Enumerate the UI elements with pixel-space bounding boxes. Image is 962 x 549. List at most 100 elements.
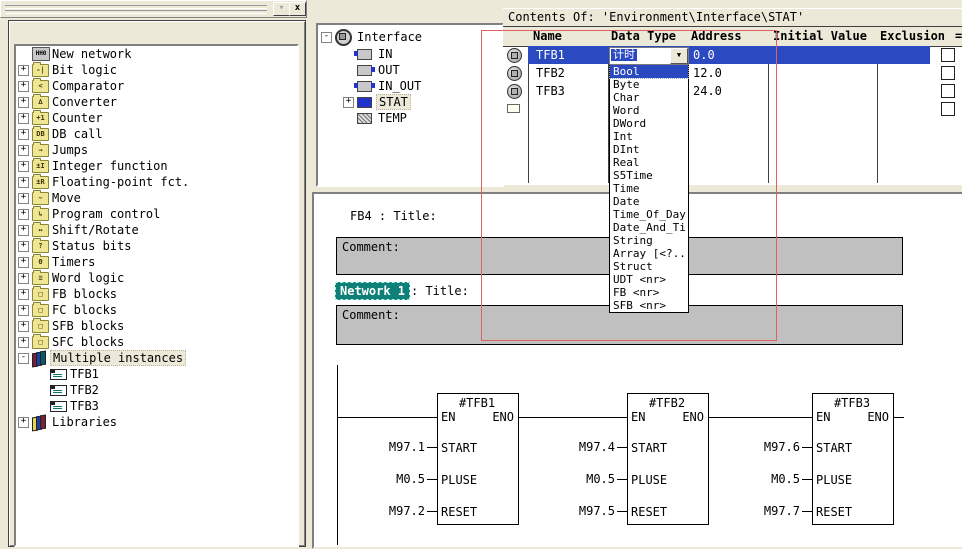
cell-name[interactable]: TFB2 <box>536 64 565 82</box>
expand-plus-icon[interactable]: + <box>18 273 29 284</box>
expand-plus-icon[interactable]: + <box>343 97 354 108</box>
table-row[interactable] <box>503 100 962 118</box>
iface-item-label[interactable]: STAT <box>376 94 411 110</box>
palette-item-fc-blocks[interactable]: +□FC blocks <box>16 302 297 318</box>
expand-plus-icon[interactable]: + <box>18 145 29 156</box>
operand-m97-6[interactable]: M97.6 <box>722 440 800 454</box>
dropdown-option-string[interactable]: String <box>610 234 688 247</box>
dropdown-option-time-of-day[interactable]: Time_Of_Day <box>610 208 688 221</box>
iface-item-label[interactable]: IN_OUT <box>376 79 423 93</box>
palette-item-label[interactable]: FC blocks <box>50 303 119 317</box>
palette-item-new-network[interactable]: HH0New network <box>16 46 297 62</box>
operand-m97-2[interactable]: M97.2 <box>347 504 425 518</box>
dropdown-option-dword[interactable]: DWord <box>610 117 688 130</box>
dropdown-option-udt-nr-[interactable]: UDT <nr> <box>610 273 688 286</box>
dropdown-option-bool[interactable]: Bool <box>610 65 688 78</box>
iface-item-in[interactable]: IN <box>318 46 502 62</box>
expand-plus-icon[interactable]: + <box>18 65 29 76</box>
operand-m0-5[interactable]: M0.5 <box>347 472 425 486</box>
operand-m97-1[interactable]: M97.1 <box>347 440 425 454</box>
expand-plus-icon[interactable]: + <box>18 193 29 204</box>
dropdown-option-real[interactable]: Real <box>610 156 688 169</box>
palette-item-label[interactable]: Shift/Rotate <box>50 223 141 237</box>
palette-item-fb-blocks[interactable]: +□FB blocks <box>16 286 297 302</box>
palette-item-label[interactable]: Move <box>50 191 83 205</box>
dropdown-option-date-and-ti[interactable]: Date_And_Ti <box>610 221 688 234</box>
table-row[interactable]: TFB1 0.0 <box>503 46 962 64</box>
cell-address[interactable]: 0.0 <box>693 46 715 64</box>
palette-item-label[interactable]: Comparator <box>50 79 126 93</box>
dropdown-option-char[interactable]: Char <box>610 91 688 104</box>
iface-item-interface[interactable]: -Interface <box>318 29 502 45</box>
exclusion-checkbox[interactable] <box>941 102 955 116</box>
palette-item-label[interactable]: Word logic <box>50 271 126 285</box>
expand-plus-icon[interactable]: + <box>18 209 29 220</box>
interface-tree-pane[interactable]: -InterfaceINOUT IN_OUT + STATTEMP <box>316 23 504 187</box>
palette-item-counter[interactable]: ++1Counter <box>16 110 297 126</box>
iface-item-label[interactable]: OUT <box>376 63 402 77</box>
iface-item-temp[interactable]: TEMP <box>318 110 502 126</box>
expand-plus-icon[interactable]: + <box>18 337 29 348</box>
dropdown-option-word[interactable]: Word <box>610 104 688 117</box>
palette-item-label[interactable]: SFC blocks <box>50 335 126 349</box>
palette-item-label[interactable]: Timers <box>50 255 97 269</box>
palette-item-label[interactable]: TFB1 <box>68 367 101 381</box>
dropdown-option-array-[interactable]: Array [<?.. <box>610 247 688 260</box>
expand-plus-icon[interactable]: + <box>18 81 29 92</box>
expand-plus-icon[interactable]: + <box>18 129 29 140</box>
expand-plus-icon[interactable]: + <box>18 225 29 236</box>
palette-item-multiple-instances[interactable]: - Multiple instances <box>16 350 297 366</box>
fb-block-tfb2[interactable]: #TFB2ENENOSTARTPLUSERESET <box>627 393 709 525</box>
palette-item-label[interactable]: Counter <box>50 111 105 125</box>
palette-item-word-logic[interactable]: +≡Word logic <box>16 270 297 286</box>
palette-item-label[interactable]: Program control <box>50 207 162 221</box>
collapse-minus-icon[interactable]: - <box>18 353 29 364</box>
palette-item-label[interactable]: Converter <box>50 95 119 109</box>
table-row[interactable]: TFB3 24.0 <box>503 82 962 100</box>
palette-item-shift-rotate[interactable]: +↔Shift/Rotate <box>16 222 297 238</box>
palette-menu-button[interactable]: ▾ <box>273 2 290 16</box>
fb-block-tfb3[interactable]: #TFB3ENENOSTARTPLUSERESET <box>812 393 894 525</box>
palette-item-label[interactable]: Bit logic <box>50 63 119 77</box>
palette-item-libraries[interactable]: +Libraries <box>16 414 297 430</box>
dropdown-option-fb-nr-[interactable]: FB <nr> <box>610 286 688 299</box>
palette-item-program-control[interactable]: +↳Program control <box>16 206 297 222</box>
palette-item-label[interactable]: TFB3 <box>68 399 101 413</box>
dropdown-option-byte[interactable]: Byte <box>610 78 688 91</box>
exclusion-checkbox[interactable] <box>941 48 955 62</box>
variable-table[interactable]: NameData TypeAddressInitial ValueExclusi… <box>503 28 962 185</box>
palette-item-converter[interactable]: +∆Converter <box>16 94 297 110</box>
palette-item-jumps[interactable]: +→Jumps <box>16 142 297 158</box>
iface-item-out[interactable]: OUT <box>318 62 502 78</box>
expand-plus-icon[interactable]: + <box>18 321 29 332</box>
iface-item-in_out[interactable]: IN_OUT <box>318 78 502 94</box>
iface-item-label[interactable]: TEMP <box>376 111 409 125</box>
table-row[interactable]: TFB212.0 <box>503 64 962 82</box>
data-type-dropdown[interactable]: BoolByteCharWordDWordIntDIntRealS5TimeTi… <box>609 64 689 313</box>
cell-address[interactable]: 24.0 <box>693 82 722 100</box>
palette-item-db-call[interactable]: +DBDB call <box>16 126 297 142</box>
dropdown-option-s5time[interactable]: S5Time <box>610 169 688 182</box>
palette-item-comparator[interactable]: +<Comparator <box>16 78 297 94</box>
palette-item-label[interactable]: Multiple instances <box>50 350 186 366</box>
palette-item-label[interactable]: Integer function <box>50 159 170 173</box>
palette-item-label[interactable]: SFB blocks <box>50 319 126 333</box>
palette-item-label[interactable]: FB blocks <box>50 287 119 301</box>
palette-item-bit-logic[interactable]: +-|Bit logic <box>16 62 297 78</box>
palette-item-label[interactable]: Status bits <box>50 239 133 253</box>
palette-item-tfb2[interactable]: TFB2 <box>16 382 297 398</box>
expand-plus-icon[interactable]: + <box>18 417 29 428</box>
palette-item-label[interactable]: New network <box>50 47 133 61</box>
expand-plus-icon[interactable]: + <box>18 257 29 268</box>
expand-plus-icon[interactable]: + <box>18 289 29 300</box>
operand-m97-5[interactable]: M97.5 <box>537 504 615 518</box>
cell-name[interactable]: TFB1 <box>536 46 565 64</box>
dropdown-option-sfb-nr-[interactable]: SFB <nr> <box>610 299 688 312</box>
cell-name[interactable]: TFB3 <box>536 82 565 100</box>
expand-plus-icon[interactable]: + <box>18 113 29 124</box>
operand-m0-5[interactable]: M0.5 <box>722 472 800 486</box>
dropdown-option-dint[interactable]: DInt <box>610 143 688 156</box>
palette-item-label[interactable]: Floating-point fct. <box>50 175 191 189</box>
palette-item-sfc-blocks[interactable]: +□SFC blocks <box>16 334 297 350</box>
expand-plus-icon[interactable]: + <box>18 161 29 172</box>
